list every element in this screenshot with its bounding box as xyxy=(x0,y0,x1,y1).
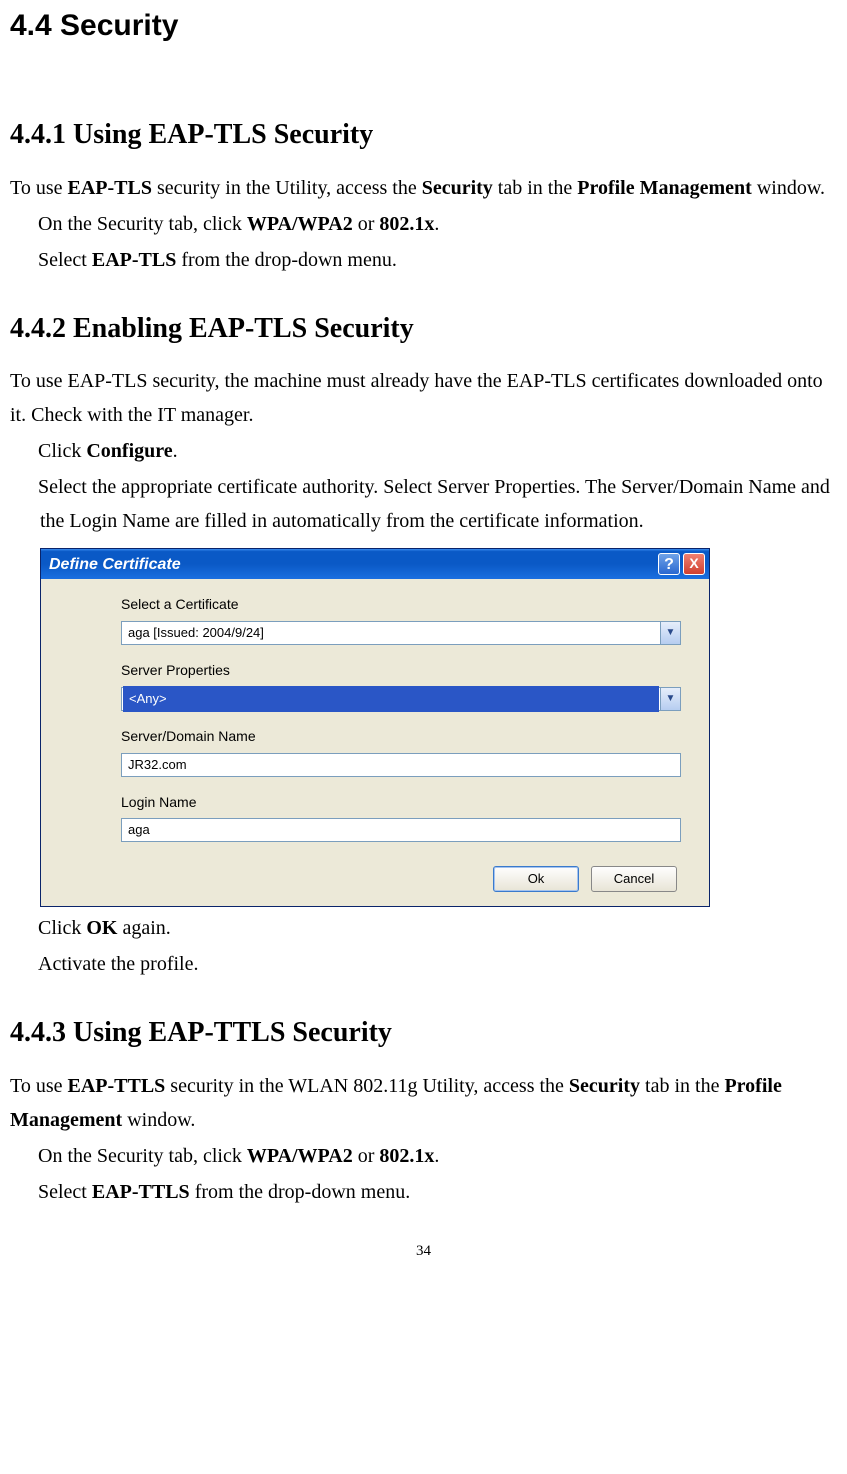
server-combo[interactable]: <Any> ▼ xyxy=(121,687,681,711)
s3-li1: 1.On the Security tab, click WPA/WPA2 or… xyxy=(10,1139,837,1173)
chevron-down-icon[interactable]: ▼ xyxy=(660,622,680,644)
s2-list-cont: 3.Click OK again. 4.Activate the profile… xyxy=(10,911,837,981)
s2-li2: 2.Select the appropriate certificate aut… xyxy=(10,470,837,538)
s2-li1: 1.Click Configure. xyxy=(10,434,837,468)
dialog-titlebar[interactable]: Define Certificate ? X xyxy=(41,549,709,579)
heading-4-4-1: 4.4.1 Using EAP-TLS Security xyxy=(10,111,837,159)
s3-list: 1.On the Security tab, click WPA/WPA2 or… xyxy=(10,1139,837,1209)
heading-4-4-3: 4.4.3 Using EAP-TTLS Security xyxy=(10,1009,837,1057)
s2-intro: To use EAP-TLS security, the machine mus… xyxy=(10,364,837,432)
domain-label: Server/Domain Name xyxy=(121,725,693,749)
cancel-button[interactable]: Cancel xyxy=(591,866,677,892)
define-certificate-dialog: Define Certificate ? X Select a Certific… xyxy=(40,548,710,907)
ok-button[interactable]: Ok xyxy=(493,866,579,892)
login-label: Login Name xyxy=(121,791,693,815)
login-input[interactable]: aga xyxy=(121,818,681,842)
s1-intro: To use EAP-TLS security in the Utility, … xyxy=(10,171,837,205)
cert-label: Select a Certificate xyxy=(121,593,693,617)
s2-li4: 4.Activate the profile. xyxy=(10,947,837,981)
s1-li1: 1.On the Security tab, click WPA/WPA2 or… xyxy=(10,207,837,241)
help-button[interactable]: ? xyxy=(658,553,680,575)
cert-value: aga [Issued: 2004/9/24] xyxy=(122,622,660,644)
heading-main: 4.4 Security xyxy=(10,0,837,51)
chevron-down-icon[interactable]: ▼ xyxy=(660,688,680,710)
s1-li2: 2.Select EAP-TLS from the drop-down menu… xyxy=(10,243,837,277)
server-label: Server Properties xyxy=(121,659,693,683)
cert-combo[interactable]: aga [Issued: 2004/9/24] ▼ xyxy=(121,621,681,645)
dialog-title: Define Certificate xyxy=(49,551,181,578)
server-value: <Any> xyxy=(123,686,659,712)
s2-li3: 3.Click OK again. xyxy=(10,911,837,945)
domain-input[interactable]: JR32.com xyxy=(121,753,681,777)
s1-list: 1.On the Security tab, click WPA/WPA2 or… xyxy=(10,207,837,277)
s2-list: 1.Click Configure. 2.Select the appropri… xyxy=(10,434,837,538)
close-button[interactable]: X xyxy=(683,553,705,575)
s3-li2: 2.Select EAP-TTLS from the drop-down men… xyxy=(10,1175,837,1209)
page-number: 34 xyxy=(10,1239,837,1265)
s3-intro: To use EAP-TTLS security in the WLAN 802… xyxy=(10,1069,837,1137)
heading-4-4-2: 4.4.2 Enabling EAP-TLS Security xyxy=(10,305,837,353)
